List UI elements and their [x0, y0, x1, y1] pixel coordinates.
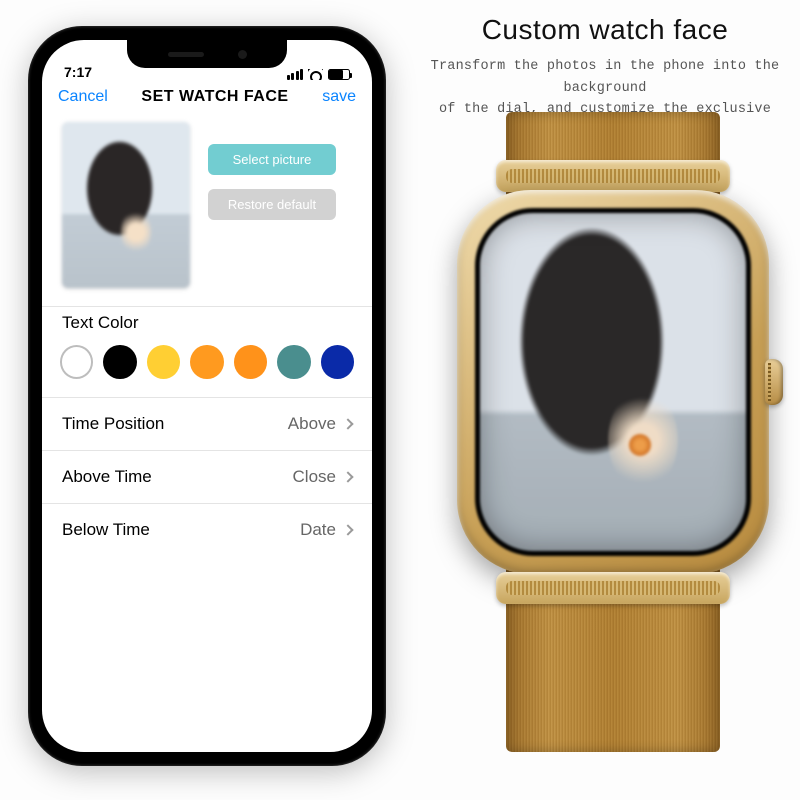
swatch-black[interactable] — [103, 345, 136, 379]
swatch-yellow[interactable] — [147, 345, 180, 379]
row-value: Date — [300, 520, 336, 540]
cancel-button[interactable]: Cancel — [58, 88, 108, 106]
select-picture-button[interactable]: Select picture — [208, 144, 336, 175]
preview-buttons: Select picture Restore default — [208, 144, 336, 220]
watch-render — [450, 112, 776, 752]
marketing-title: Custom watch face — [420, 14, 790, 46]
battery-icon — [328, 69, 350, 80]
swatch-orange-2[interactable] — [234, 345, 267, 379]
text-color-swatches — [42, 341, 372, 397]
swatch-teal[interactable] — [277, 345, 310, 379]
preview-row: Select picture Restore default — [42, 116, 372, 306]
watchface-preview-image[interactable] — [62, 122, 190, 288]
wifi-icon — [308, 69, 323, 80]
restore-default-button[interactable]: Restore default — [208, 189, 336, 220]
chevron-right-icon — [342, 418, 353, 429]
status-icons — [287, 69, 351, 80]
row-above-time[interactable]: Above Time Close — [42, 450, 372, 503]
phone-notch — [127, 40, 287, 68]
watch-lug-bottom — [496, 572, 730, 604]
watch-lug-top — [496, 160, 730, 192]
row-value: Above — [288, 414, 336, 434]
row-label: Time Position — [62, 414, 164, 434]
watch-case — [457, 190, 769, 574]
watch-band — [506, 112, 720, 752]
row-below-time[interactable]: Below Time Date — [42, 503, 372, 556]
chevron-right-icon — [342, 524, 353, 535]
chevron-right-icon — [342, 471, 353, 482]
row-value: Close — [293, 467, 336, 487]
watch-screen — [475, 208, 751, 556]
status-time: 7:17 — [64, 64, 92, 80]
swatch-orange[interactable] — [190, 345, 223, 379]
swatch-blue[interactable] — [321, 345, 354, 379]
flower-icon — [629, 434, 651, 456]
row-label: Below Time — [62, 520, 150, 540]
row-time-position[interactable]: Time Position Above — [42, 397, 372, 450]
marketing-desc-line1: Transform the photos in the phone into t… — [431, 59, 780, 96]
row-label: Above Time — [62, 467, 152, 487]
phone-mockup: 7:17 Cancel SET WATCH FACE save Select p… — [28, 26, 386, 766]
nav-bar: Cancel SET WATCH FACE save — [42, 82, 372, 116]
text-color-label: Text Color — [42, 306, 372, 341]
cell-signal-icon — [287, 69, 304, 80]
save-button[interactable]: save — [322, 88, 356, 106]
phone-screen: 7:17 Cancel SET WATCH FACE save Select p… — [42, 40, 372, 752]
watch-crown — [765, 359, 783, 405]
swatch-white[interactable] — [60, 345, 93, 379]
page-title: SET WATCH FACE — [141, 88, 288, 106]
